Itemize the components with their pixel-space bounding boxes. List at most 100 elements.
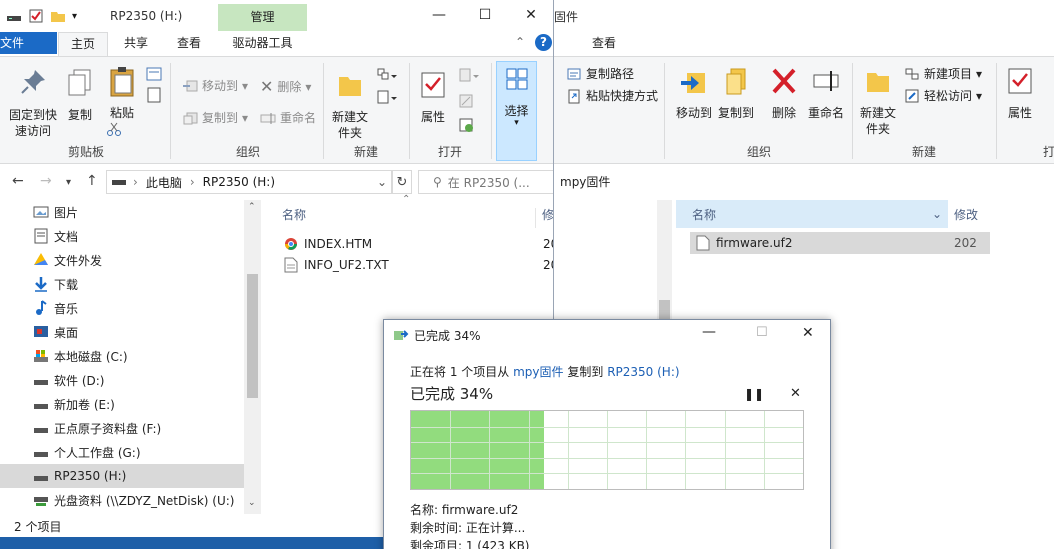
tab-drive-tools[interactable]: 驱动器工具	[218, 32, 307, 56]
delete-button[interactable]: ✕ 删除 ▾	[260, 77, 311, 96]
file-row-info-uf2[interactable]: INFO_UF2.TXT	[284, 254, 389, 276]
delete-button[interactable]: 删除	[764, 65, 804, 121]
new-folder-button[interactable]: 新建文件夹	[856, 65, 900, 137]
dialog-close-button[interactable]: ✕	[802, 325, 814, 341]
tab-home[interactable]: 主页	[58, 32, 108, 56]
nav-item-network-drive-u[interactable]: 光盘资料 (\\ZDYZ_NetDisk) (U:)	[0, 488, 244, 512]
pin-quick-access-button[interactable]: 固定到快速访问	[6, 67, 60, 139]
context-tab-manage[interactable]: 管理	[218, 4, 307, 31]
paste-shortcut-icon[interactable]	[146, 87, 162, 103]
pause-button[interactable]: ❚❚	[744, 387, 764, 401]
scroll-up-icon[interactable]: ⌃	[248, 202, 256, 212]
destination-link[interactable]: RP2350 (H:)	[607, 365, 679, 379]
copy-to-button[interactable]: 复制到 ▾	[182, 109, 248, 126]
progress-percent-text: 已完成 34%	[410, 385, 494, 403]
nav-item-music[interactable]: 音乐	[0, 296, 244, 320]
nav-item-drive-c[interactable]: 本地磁盘 (C:)	[0, 344, 244, 368]
tab-view[interactable]: 查看	[165, 32, 213, 56]
select-button[interactable]: 选择 ▾	[496, 61, 537, 161]
new-item-icon[interactable]	[376, 67, 398, 83]
nav-item-drive-g[interactable]: 个人工作盘 (G:)	[0, 440, 244, 464]
new-item-button[interactable]: 新建项目 ▾	[904, 65, 982, 82]
nav-item-documents[interactable]: 文档	[0, 224, 244, 248]
paste-shortcut-button[interactable]: 粘贴快捷方式	[566, 87, 658, 104]
chevron-down-icon[interactable]: ⌄	[377, 175, 387, 189]
breadcrumb[interactable]: mpy固件	[560, 170, 610, 194]
nav-item-drive-d[interactable]: 软件 (D:)	[0, 368, 244, 392]
source-link[interactable]: mpy固件	[513, 365, 563, 379]
rename-button[interactable]: 重命名	[804, 65, 848, 121]
copy-to-label: 复制到	[717, 106, 754, 120]
tab-view[interactable]: 查看	[584, 32, 624, 56]
move-to-button[interactable]: 移动到 ▾	[182, 77, 248, 94]
easy-access-button[interactable]: 轻松访问 ▾	[904, 87, 982, 104]
paste-icon	[110, 67, 134, 97]
nav-item-downloads[interactable]: 下载	[0, 272, 244, 296]
cut-icon[interactable]	[106, 121, 122, 137]
maximize-button[interactable]: ☐	[462, 0, 508, 30]
forward-button[interactable]: →	[40, 173, 52, 189]
dialog-minimize-button[interactable]: —	[702, 324, 716, 340]
back-button[interactable]: ←	[12, 173, 24, 189]
chart-gridline	[411, 442, 803, 443]
search-input[interactable]: ⚲ 在 RP2350 (...	[418, 170, 553, 194]
minimize-button[interactable]: —	[416, 0, 462, 30]
open-icon[interactable]	[458, 67, 480, 83]
help-icon[interactable]: ?	[535, 34, 552, 51]
new-folder-button[interactable]: 新建文件夹	[328, 69, 372, 141]
nav-item-desktop[interactable]: 桌面	[0, 320, 244, 344]
history-icon[interactable]	[458, 117, 474, 133]
breadcrumb-this-pc[interactable]: 此电脑	[146, 174, 182, 191]
properties-label: 属性	[420, 110, 445, 124]
address-bar[interactable]: › 此电脑 › RP2350 (H:) ⌄	[106, 170, 392, 194]
easy-access-icon[interactable]	[376, 89, 398, 105]
chart-gridline	[411, 427, 803, 428]
file-row-index-htm[interactable]: INDEX.HTM	[284, 233, 372, 255]
chart-gridline	[685, 411, 686, 489]
copy-to-button[interactable]: 复制到	[714, 65, 758, 121]
cancel-copy-button[interactable]: ✕	[790, 386, 801, 401]
chart-gridline	[411, 458, 803, 459]
nav-item-pictures[interactable]: 图片	[0, 200, 244, 224]
column-header-modified[interactable]: 修改	[954, 200, 978, 228]
nav-item-outbound[interactable]: 文件外发	[0, 248, 244, 272]
rename-button[interactable]: 重命名	[260, 109, 316, 126]
tab-file[interactable]: 文件	[0, 32, 57, 54]
breadcrumb-drive[interactable]: RP2350 (H:)	[203, 175, 275, 189]
column-header-name[interactable]: 名称 ⌄	[676, 200, 948, 228]
easy-access-label: 轻松访问	[924, 89, 973, 103]
drive-icon	[34, 476, 48, 481]
close-button[interactable]: ✕	[508, 0, 553, 30]
group-new-label: 新建	[911, 145, 936, 159]
paste-button[interactable]: 粘贴	[102, 65, 142, 121]
copy-path-button[interactable]: 复制路径	[566, 65, 634, 82]
scroll-down-icon[interactable]: ⌄	[248, 498, 256, 508]
folder-icon[interactable]	[50, 8, 66, 24]
copy-button[interactable]: 复制	[62, 67, 98, 123]
refresh-button[interactable]: ↻	[392, 170, 412, 194]
edit-icon[interactable]	[458, 93, 474, 109]
up-button[interactable]: ↑	[86, 173, 98, 189]
column-header-modified[interactable]: 修	[542, 200, 553, 228]
tab-share[interactable]: 共享	[112, 32, 160, 56]
collapse-ribbon-icon[interactable]: ⌃	[515, 35, 525, 49]
file-row-firmware[interactable]: firmware.uf2 202	[690, 232, 990, 254]
nav-item-drive-e[interactable]: 新加卷 (E:)	[0, 392, 244, 416]
navigation-pane: 图片 文档 文件外发 下载 音乐 桌面 本地磁盘 (C:) 软件 (D:) 新加…	[0, 200, 244, 514]
properties-button[interactable]: 属性	[414, 69, 452, 125]
chevron-down-icon[interactable]: ▾	[72, 11, 77, 22]
dialog-maximize-button[interactable]: ☐	[756, 325, 768, 340]
remaining-items-line: 剩余项目: 1 (423 KB)	[410, 539, 530, 549]
properties-button[interactable]: 属性	[1000, 65, 1040, 121]
nav-item-drive-h[interactable]: RP2350 (H:)	[0, 464, 244, 488]
properties-check-icon[interactable]	[28, 8, 44, 24]
sort-chevron-icon: ⌃	[402, 194, 411, 205]
nav-item-drive-f[interactable]: 正点原子资料盘 (F:)	[0, 416, 244, 440]
copy-path-icon[interactable]	[146, 67, 162, 81]
copy-to-icon	[183, 112, 198, 124]
move-to-button[interactable]: 移动到	[672, 65, 716, 121]
navigation-scrollbar[interactable]: ⌃ ⌄	[244, 200, 261, 514]
recent-chevron-icon[interactable]: ▾	[66, 177, 71, 188]
move-to-icon	[183, 80, 198, 91]
column-header-name[interactable]: 名称	[282, 200, 306, 228]
